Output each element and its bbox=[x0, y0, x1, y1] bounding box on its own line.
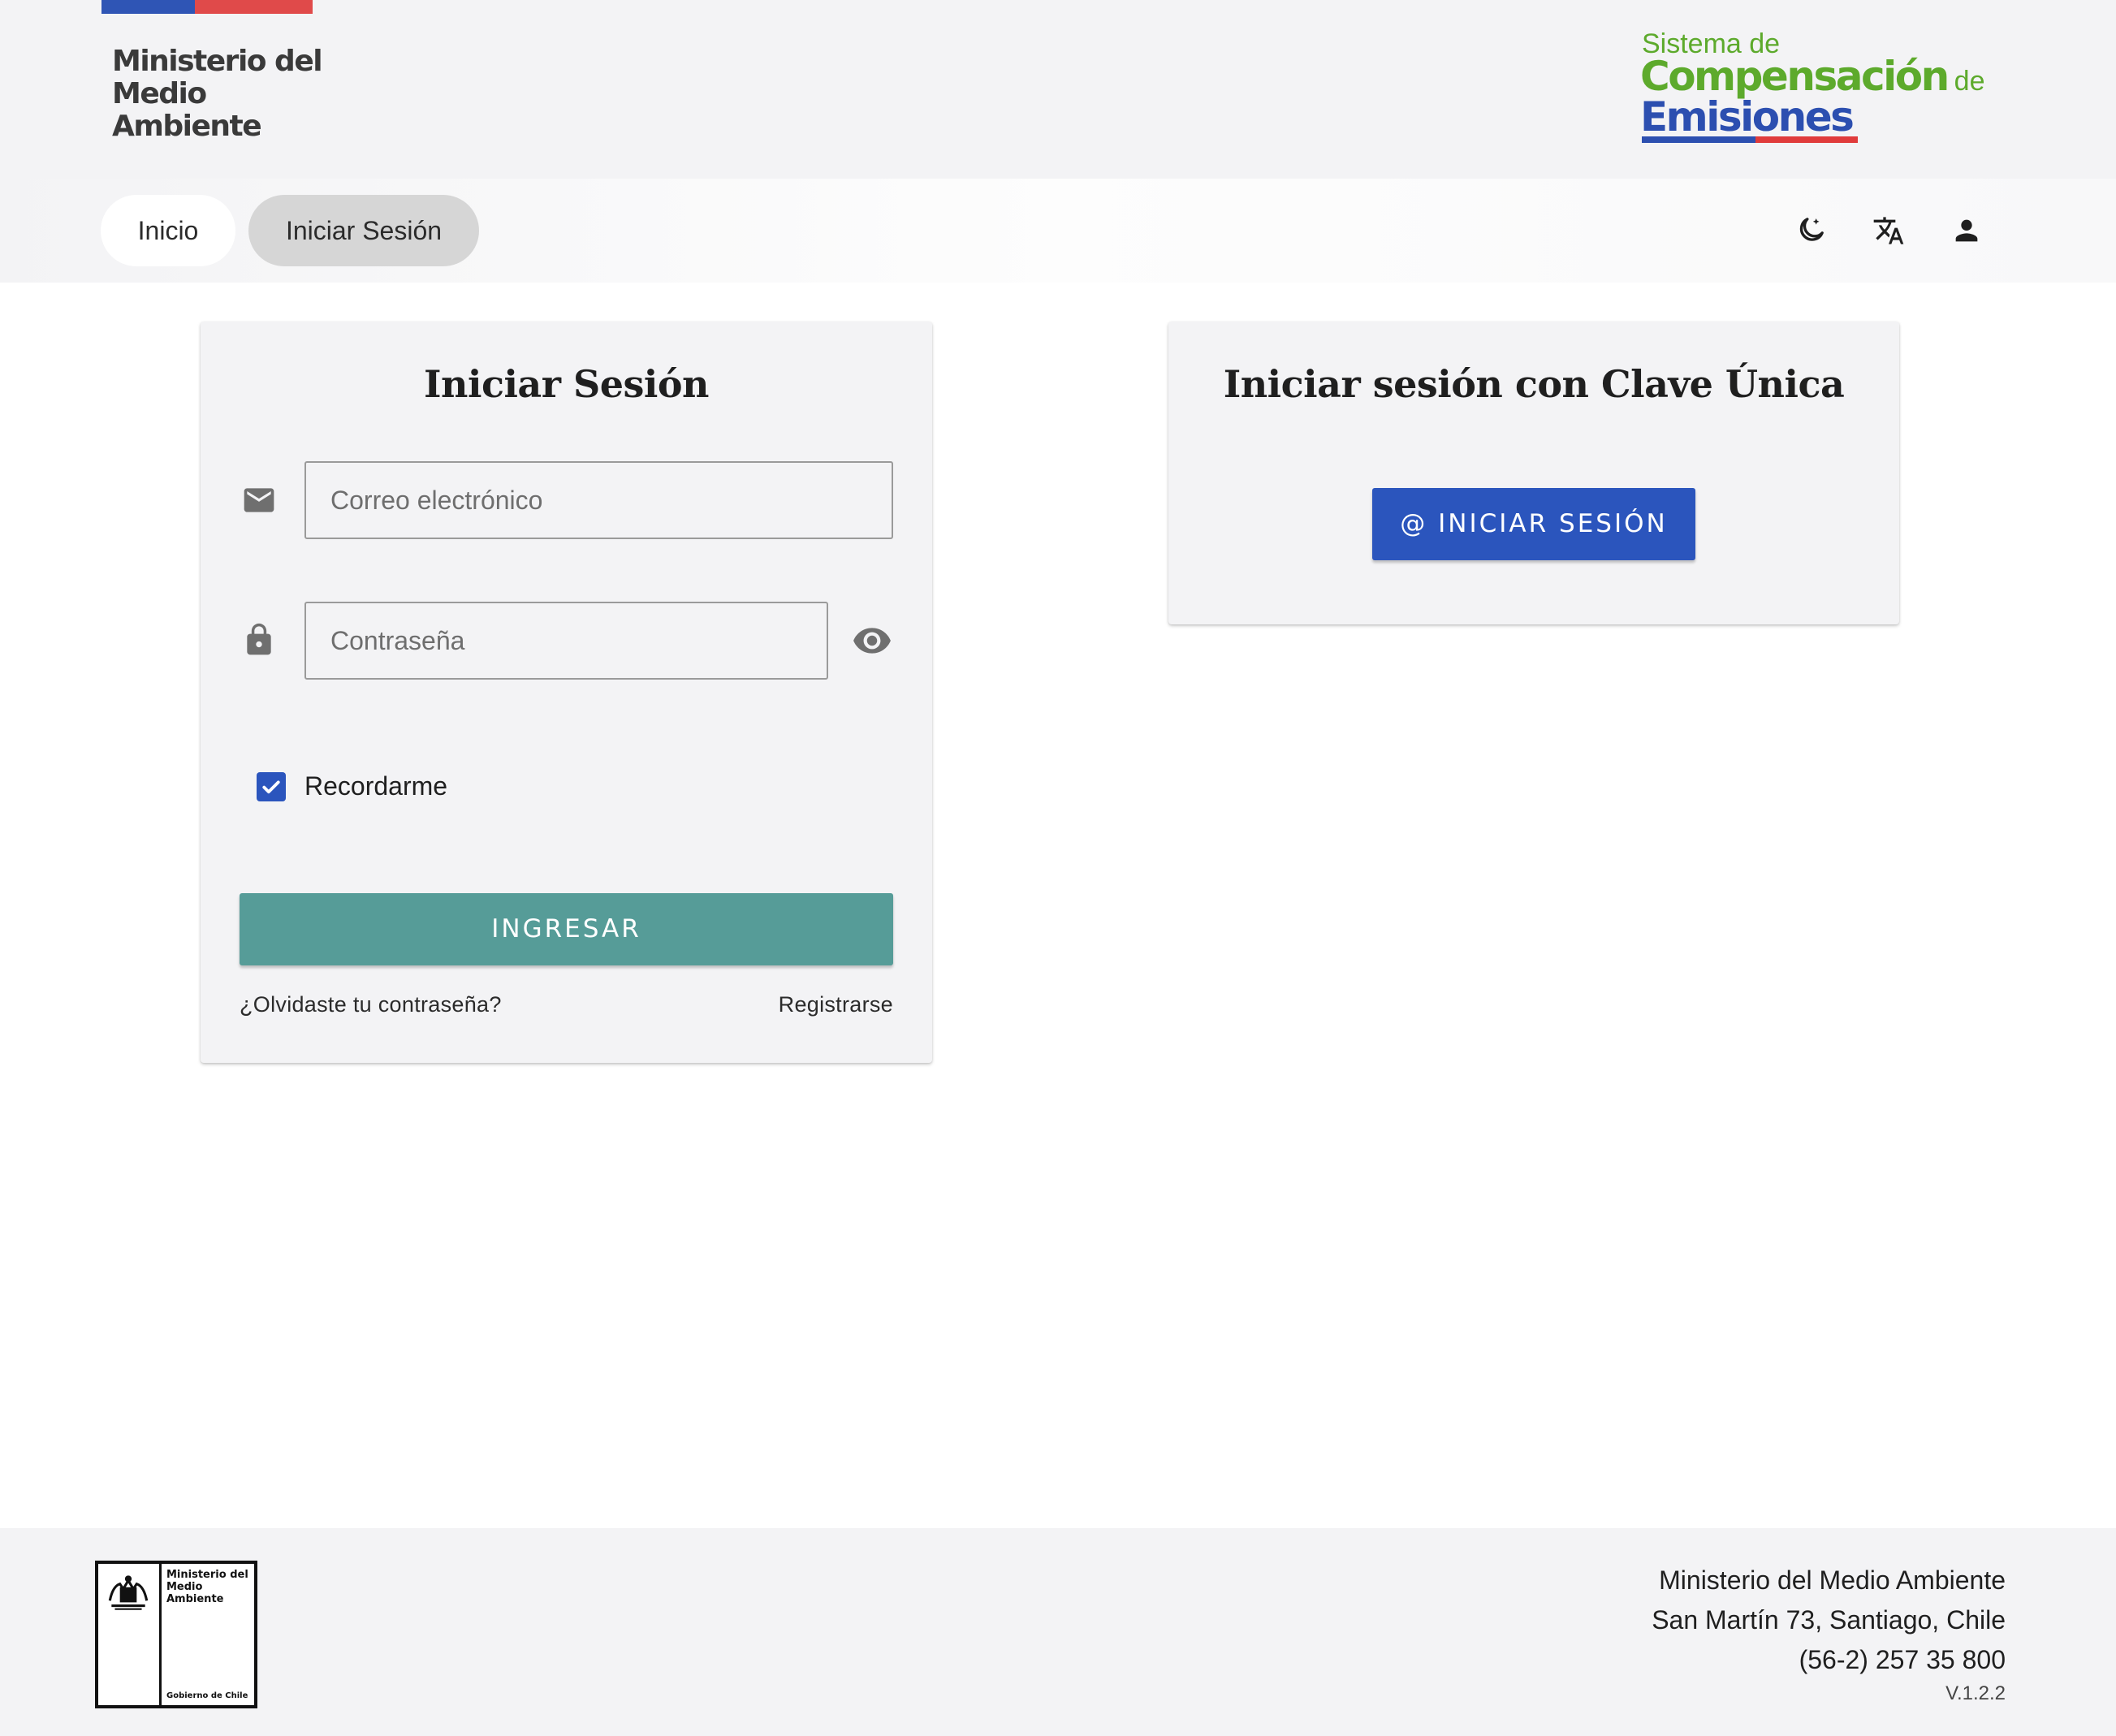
ministry-logo-line: Ambiente bbox=[112, 110, 262, 143]
page-footer: Ministerio del Medio Ambiente Gobierno d… bbox=[0, 1528, 2116, 1736]
login-card: Iniciar Sesión Recordarme INGRESAR ¿Olvi… bbox=[201, 322, 932, 1063]
toggle-password-visibility[interactable] bbox=[850, 619, 894, 663]
translate-icon bbox=[1873, 217, 1904, 244]
footer-logo-line: Ministerio del bbox=[166, 1569, 248, 1581]
system-logo-de: de bbox=[1954, 66, 1985, 97]
account-button[interactable] bbox=[1939, 203, 1994, 258]
clave-unica-card: Iniciar sesión con Clave Única @ INICIAR… bbox=[1168, 322, 1899, 624]
footer-phone: (56-2) 257 35 800 bbox=[1799, 1645, 2006, 1674]
submit-login-button[interactable]: INGRESAR bbox=[240, 893, 893, 965]
footer-address-line: Ministerio del Medio Ambiente bbox=[1659, 1565, 2006, 1595]
nav-item-iniciar-sesion[interactable]: Iniciar Sesión bbox=[248, 195, 479, 266]
system-logo-underline bbox=[1642, 136, 1858, 143]
footer-logo-text: Ministerio del Medio Ambiente bbox=[166, 1569, 248, 1605]
main-navbar: Inicio Iniciar Sesión bbox=[0, 179, 2116, 283]
footer-contact-info: Ministerio del Medio Ambiente San Martín… bbox=[1652, 1561, 2006, 1680]
email-field[interactable] bbox=[304, 461, 893, 539]
lock-icon bbox=[241, 622, 277, 658]
language-button[interactable] bbox=[1861, 203, 1916, 258]
register-link[interactable]: Registrarse bbox=[779, 992, 893, 1017]
clave-unica-title: Iniciar sesión con Clave Única bbox=[1223, 362, 1845, 406]
visibility-icon bbox=[853, 628, 891, 654]
footer-logo-gobierno: Gobierno de Chile bbox=[166, 1691, 248, 1700]
password-field[interactable] bbox=[304, 602, 828, 680]
system-logo-underline-blue bbox=[1642, 136, 1755, 143]
forgot-password-link[interactable]: ¿Olvidaste tu contraseña? bbox=[240, 992, 502, 1017]
remember-label[interactable]: Recordarme bbox=[304, 771, 447, 801]
dark-mode-button[interactable] bbox=[1783, 203, 1838, 258]
flag-stripe-blue bbox=[101, 0, 195, 14]
coat-of-arms-emblem bbox=[98, 1564, 162, 1705]
coat-of-arms-icon bbox=[108, 1575, 149, 1610]
flag-stripe bbox=[101, 0, 313, 14]
checkmark-icon bbox=[262, 780, 280, 794]
account-icon bbox=[1955, 219, 1978, 242]
clave-unica-login-button[interactable]: @ INICIAR SESIÓN bbox=[1372, 488, 1695, 560]
ministry-logo[interactable]: Ministerio del Medio Ambiente bbox=[112, 45, 323, 143]
system-logo-underline-red bbox=[1755, 136, 1858, 143]
footer-logo-line: Medio bbox=[166, 1581, 203, 1593]
footer-logo-line: Ambiente bbox=[166, 1593, 224, 1605]
ministry-logo-line: Ministerio del bbox=[112, 45, 323, 78]
remember-checkbox[interactable] bbox=[257, 772, 286, 801]
system-logo: Sistema de Compensación de Emisiones bbox=[1640, 28, 2014, 149]
system-logo-line3: Emisiones bbox=[1640, 93, 1855, 140]
nav-item-inicio[interactable]: Inicio bbox=[101, 195, 235, 266]
login-card-title: Iniciar Sesión bbox=[424, 362, 709, 406]
dark-mode-icon bbox=[1799, 218, 1824, 241]
footer-logo-text-panel: Ministerio del Medio Ambiente Gobierno d… bbox=[162, 1564, 254, 1705]
top-header: Ministerio del Medio Ambiente Sistema de… bbox=[0, 0, 2116, 179]
footer-ministry-logo: Ministerio del Medio Ambiente Gobierno d… bbox=[95, 1561, 257, 1708]
email-icon bbox=[241, 482, 277, 518]
app-version: V.1.2.2 bbox=[1945, 1682, 2006, 1704]
ministry-logo-line: Medio bbox=[112, 77, 207, 110]
flag-stripe-red bbox=[195, 0, 313, 14]
footer-address-line: San Martín 73, Santiago, Chile bbox=[1652, 1605, 2006, 1635]
